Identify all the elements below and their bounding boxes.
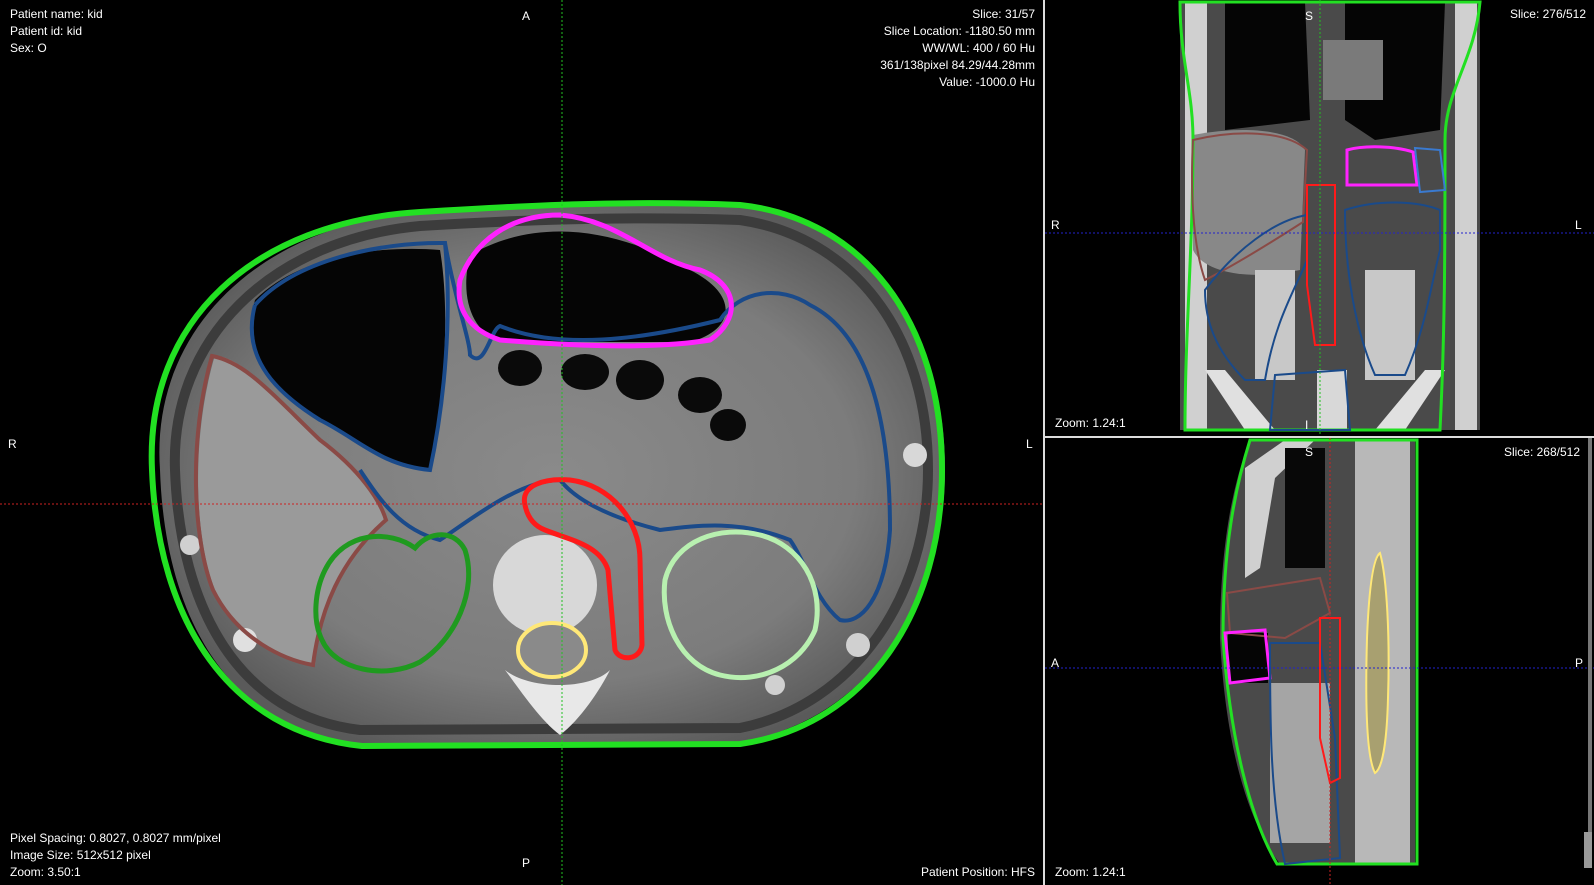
- image-size: Image Size: 512x512 pixel: [10, 848, 151, 862]
- axial-orient-right: L: [1026, 437, 1033, 451]
- axial-image: [0, 0, 1043, 885]
- patient-position: Patient Position: HFS: [920, 865, 1035, 879]
- axial-zoom: Zoom: 3.50:1: [10, 865, 81, 879]
- axial-viewport[interactable]: Patient name: kid Patient id: kid Sex: O…: [0, 0, 1043, 885]
- axial-slice: Slice: 31/57: [972, 7, 1035, 21]
- patient-sex: Sex: O: [10, 41, 47, 55]
- axial-orient-bottom: P: [522, 856, 531, 870]
- coronal-slice: Slice: 276/512: [1509, 7, 1586, 21]
- sagittal-zoom: Zoom: 1.24:1: [1055, 865, 1126, 879]
- coronal-zoom: Zoom: 1.24:1: [1055, 416, 1126, 430]
- vertebral-body: [493, 535, 597, 635]
- axial-patient-info: Patient name: kid Patient id: kid Sex: O: [10, 6, 103, 57]
- axial-orient-left: R: [8, 437, 17, 451]
- coronal-image: [1045, 0, 1594, 436]
- sagittal-viewport[interactable]: Slice: 268/512 Zoom: 1.24:1 S A P: [1045, 438, 1594, 885]
- sagittal-orient-left: A: [1051, 656, 1060, 670]
- slice-location: Slice Location: -1180.50 mm: [883, 24, 1035, 38]
- sagittal-scroll-thumb[interactable]: [1584, 832, 1592, 868]
- hu-value: Value: -1000.0 Hu: [939, 75, 1035, 89]
- coronal-viewport[interactable]: Slice: 276/512 Zoom: 1.24:1 S I R L: [1045, 0, 1594, 436]
- sagittal-orient-top: S: [1305, 445, 1314, 459]
- axial-orient-top: A: [522, 9, 531, 23]
- patient-id: Patient id: kid: [10, 24, 83, 38]
- coronal-orient-left: R: [1051, 218, 1060, 232]
- sagittal-scrollbar[interactable]: [1584, 438, 1592, 868]
- coronal-orient-top: S: [1305, 9, 1314, 23]
- axial-acquisition-info: Pixel Spacing: 0.8027, 0.8027 mm/pixel I…: [10, 830, 221, 881]
- axial-image-info: Slice: 31/57 Slice Location: -1180.50 mm…: [880, 6, 1035, 91]
- patient-name: Patient name: kid: [10, 7, 103, 21]
- coronal-orient-bottom: I: [1305, 418, 1309, 432]
- coronal-orient-right: L: [1575, 218, 1582, 232]
- pixel-position: 361/138pixel 84.29/44.28mm: [880, 58, 1035, 72]
- sagittal-image: [1045, 438, 1594, 885]
- window-level: WW/WL: 400 / 60 Hu: [922, 41, 1035, 55]
- pixel-spacing: Pixel Spacing: 0.8027, 0.8027 mm/pixel: [10, 831, 221, 845]
- sagittal-orient-right: P: [1575, 656, 1584, 670]
- spinal-cord-contour: [516, 621, 588, 679]
- sagittal-slice: Slice: 268/512: [1503, 445, 1580, 459]
